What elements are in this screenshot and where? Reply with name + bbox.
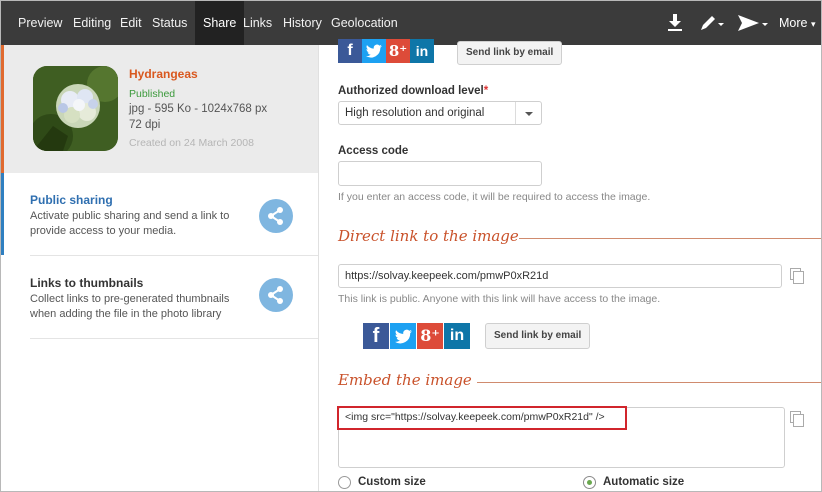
file-dpi: 72 dpi [129,119,161,131]
embed-code-textarea[interactable]: <img src="https://solvay.keepeek.com/pmw… [337,406,785,468]
share-icon [259,278,293,312]
send-link-email-button-top[interactable]: Send link by email [457,41,563,65]
google-plus-icon[interactable]: 8⁺ [386,39,410,63]
twitter-icon[interactable] [390,323,416,349]
automatic-size-label: Automatic size [603,476,685,488]
facebook-icon[interactable]: f [363,323,389,349]
access-code-input[interactable] [338,161,542,186]
download-level-value: High resolution and original [345,107,485,119]
file-thumbnail [33,66,118,151]
facebook-icon[interactable]: f [338,39,362,63]
tab-links[interactable]: Links [237,1,278,45]
file-title: Hydrangeas [129,67,198,81]
more-label: More [779,16,808,30]
sidebar-item-title: Public sharing [30,193,113,207]
section-divider [477,382,821,383]
sidebar: Hydrangeas Published jpg - 595 Ko - 1024… [1,45,318,491]
embed-title: Embed the image [338,371,472,389]
social-share-row-top: f 8⁺ in [338,39,438,63]
social-share-row: f 8⁺ in [363,323,479,349]
linkedin-icon[interactable]: in [410,39,434,63]
chevron-down-icon: ▾ [810,19,816,29]
active-indicator [1,173,4,255]
sidebar-item-description: Collect links to pre-generated thumbnail… [30,293,230,320]
sidebar-item-links-to-thumbnails[interactable]: Links to thumbnails Collect links to pre… [1,256,318,338]
download-icon[interactable] [667,13,683,33]
access-code-hint: If you enter an access code, it will be … [338,191,651,203]
direct-link-field[interactable]: https://solvay.keepeek.com/pmwP0xR21d [338,264,782,288]
custom-size-label: Custom size [358,476,426,488]
tab-history[interactable]: History [277,1,328,45]
share-icon [259,199,293,233]
send-link-email-button[interactable]: Send link by email [485,323,591,349]
send-icon[interactable] [737,13,769,33]
embed-code-text: <img src="https://solvay.keepeek.com/pmw… [345,411,605,423]
sidebar-item-description: Activate public sharing and send a link … [30,210,230,237]
copy-icon[interactable] [790,411,804,427]
section-divider [519,238,821,239]
twitter-icon[interactable] [362,39,386,63]
download-level-label-text: Authorized download level [338,85,484,97]
tab-edit[interactable]: Edit [114,1,148,45]
access-code-label: Access code [338,145,409,157]
divider [30,338,318,339]
copy-icon[interactable] [790,268,804,284]
direct-link-title: Direct link to the image [338,227,519,245]
file-summary-card: Hydrangeas Published jpg - 595 Ko - 1024… [1,45,318,173]
file-status: Published [129,88,176,100]
file-created-date: Created on 24 March 2008 [129,137,254,149]
more-menu-button[interactable]: More ▾ [779,1,816,45]
custom-size-radio[interactable] [338,476,351,489]
required-marker: * [483,85,489,97]
sidebar-item-public-sharing[interactable]: Public sharing Activate public sharing a… [1,173,318,255]
app-window: Preview Editing Edit Status Share Links … [0,0,822,492]
sidebar-item-title: Links to thumbnails [30,276,144,290]
automatic-size-radio[interactable] [583,476,596,489]
google-plus-icon[interactable]: 8⁺ [417,323,443,349]
pen-icon[interactable] [699,13,725,33]
tab-preview[interactable]: Preview [12,1,68,45]
chevron-down-icon [515,102,541,124]
download-level-label: Authorized download level* [338,85,488,97]
tab-editing[interactable]: Editing [67,1,117,45]
tab-status[interactable]: Status [146,1,193,45]
share-panel: f 8⁺ in Send link by email Authorized do… [319,39,821,491]
direct-link-hint: This link is public. Anyone with this li… [338,293,661,305]
file-meta: jpg - 595 Ko - 1024x768 px [129,103,268,115]
download-level-select[interactable]: High resolution and original [338,101,542,125]
linkedin-icon[interactable]: in [444,323,470,349]
